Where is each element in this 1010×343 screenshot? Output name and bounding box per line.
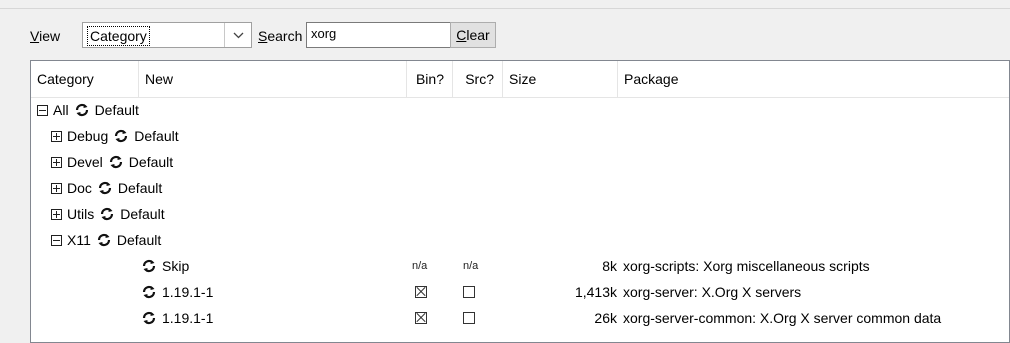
category-state: Default (117, 180, 163, 196)
column-header-new[interactable]: New (139, 61, 407, 97)
chevron-down-icon[interactable] (224, 23, 251, 47)
search-label: Search (258, 28, 302, 44)
search-label-accel: S (258, 28, 268, 44)
column-header-package[interactable]: Package (618, 61, 1009, 97)
category-state: Default (94, 102, 139, 118)
expand-icon[interactable] (51, 208, 62, 220)
expand-icon[interactable] (51, 182, 62, 194)
package-row[interactable]: Skip n/a n/a 8k xorg-scripts: Xorg misce… (31, 253, 1009, 279)
expand-icon[interactable] (51, 156, 62, 168)
package-name: xorg-server-common: X.Org X server commo… (623, 310, 942, 326)
column-header-size[interactable]: Size (503, 61, 618, 97)
category-name: Doc (67, 180, 92, 196)
expand-icon[interactable] (51, 130, 62, 142)
toolbar: View Category Search xorg Clear (30, 22, 1010, 50)
tree-row-x11[interactable]: X11 Default (31, 227, 1009, 253)
category-name: X11 (67, 232, 91, 248)
cycle-icon[interactable] (97, 180, 113, 196)
clear-button-label: lear (466, 27, 490, 43)
tree-row-all[interactable]: All Default (31, 97, 1009, 123)
cycle-icon[interactable] (141, 284, 157, 300)
package-new-version: 1.19.1-1 (162, 284, 214, 300)
clear-button-accel: C (456, 27, 467, 43)
tree-row-devel[interactable]: Devel Default (31, 149, 1009, 175)
view-label-text: iew (39, 28, 61, 44)
view-select-value: Category (87, 26, 150, 46)
cycle-icon[interactable] (99, 206, 115, 222)
view-select[interactable]: Category (82, 22, 252, 48)
tree-row-utils[interactable]: Utils Default (31, 201, 1009, 227)
bin-na: n/a (412, 260, 428, 272)
bin-checkbox[interactable] (415, 286, 427, 298)
category-name: Debug (67, 128, 109, 144)
tree-row-doc[interactable]: Doc Default (31, 175, 1009, 201)
column-header-category[interactable]: Category (31, 61, 139, 97)
list-header: Category New Bin? Src? Size Package (31, 61, 1009, 98)
category-state: Default (128, 154, 174, 170)
tree-row-debug[interactable]: Debug Default (31, 123, 1009, 149)
column-header-bin[interactable]: Bin? (407, 61, 453, 97)
package-new-version: Skip (162, 258, 190, 274)
src-checkbox[interactable] (463, 286, 475, 298)
top-divider (0, 8, 1010, 9)
src-na: n/a (463, 260, 479, 272)
package-list[interactable]: Category New Bin? Src? Size Package All … (30, 60, 1010, 343)
category-name: Utils (67, 206, 95, 222)
cycle-icon[interactable] (108, 154, 124, 170)
cycle-icon[interactable] (96, 232, 112, 248)
column-header-src[interactable]: Src? (453, 61, 503, 97)
category-name: Devel (67, 154, 103, 170)
package-new-version: 1.19.1-1 (162, 310, 214, 326)
src-checkbox[interactable] (463, 312, 475, 324)
collapse-icon[interactable] (51, 234, 62, 246)
bin-checkbox[interactable] (415, 312, 427, 324)
search-label-text: earch (267, 28, 303, 44)
category-state: Default (116, 232, 162, 248)
cycle-icon[interactable] (74, 102, 90, 118)
clear-button[interactable]: Clear (450, 22, 496, 48)
view-label: View (30, 28, 60, 44)
package-row[interactable]: 1.19.1-1 1,413k xorg-server: X.Org X ser… (31, 279, 1009, 305)
package-size: 8k (602, 258, 617, 274)
cycle-icon[interactable] (141, 258, 157, 274)
view-label-accel: V (30, 28, 40, 44)
category-name: All (53, 102, 69, 118)
cycle-icon[interactable] (113, 128, 129, 144)
category-state: Default (120, 206, 165, 222)
cycle-icon[interactable] (141, 310, 157, 326)
package-size: 1,413k (574, 284, 617, 300)
package-name: xorg-scripts: Xorg miscellaneous scripts (623, 258, 870, 274)
collapse-icon[interactable] (37, 104, 48, 116)
package-name: xorg-server: X.Org X servers (623, 284, 802, 300)
package-size: 26k (594, 310, 617, 326)
category-state: Default (134, 128, 179, 144)
package-row[interactable]: 1.19.1-1 26k xorg-server-common: X.Org X… (31, 305, 1009, 331)
